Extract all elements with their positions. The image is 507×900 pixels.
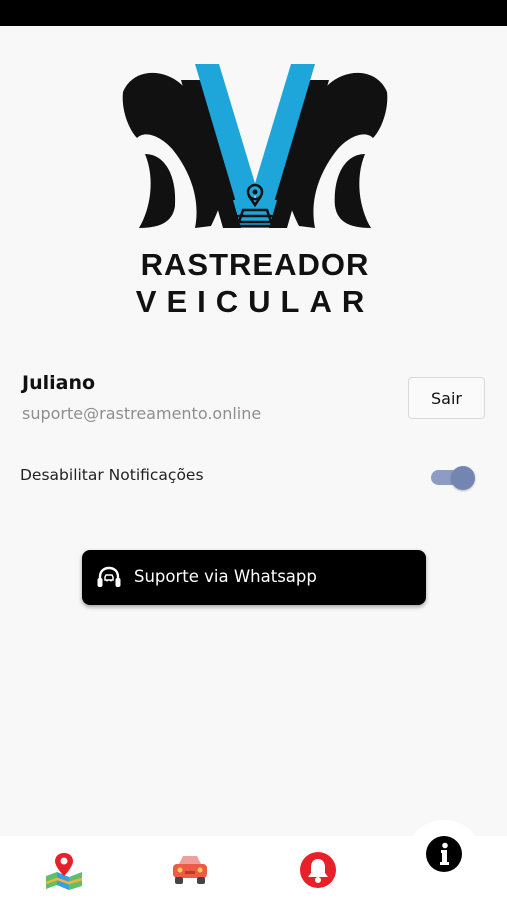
- app-logo: RASTREADOR VEICULAR: [115, 58, 395, 323]
- map-pin-icon[interactable]: [44, 850, 84, 890]
- whatsapp-support-button[interactable]: Suporte via Whatsapp: [82, 550, 426, 605]
- car-icon[interactable]: [170, 850, 210, 890]
- headset-icon: [97, 566, 121, 587]
- disable-notifications-toggle[interactable]: [431, 466, 475, 490]
- disable-notifications-label: Desabilitar Notificações: [20, 466, 204, 484]
- user-email: suporte@rastreamento.online: [22, 404, 262, 423]
- user-name: Juliano: [22, 372, 96, 394]
- info-icon[interactable]: [425, 835, 463, 873]
- whatsapp-support-label: Suporte via Whatsapp: [134, 567, 317, 586]
- bell-icon[interactable]: [298, 850, 338, 890]
- status-bar: [0, 0, 507, 26]
- logo-line-1: RASTREADOR: [141, 247, 370, 282]
- toggle-knob: [451, 466, 475, 490]
- logout-button[interactable]: Sair: [408, 377, 485, 419]
- logo-mark: RASTREADOR VEICULAR: [122, 64, 388, 319]
- logo-line-2: VEICULAR: [136, 284, 374, 319]
